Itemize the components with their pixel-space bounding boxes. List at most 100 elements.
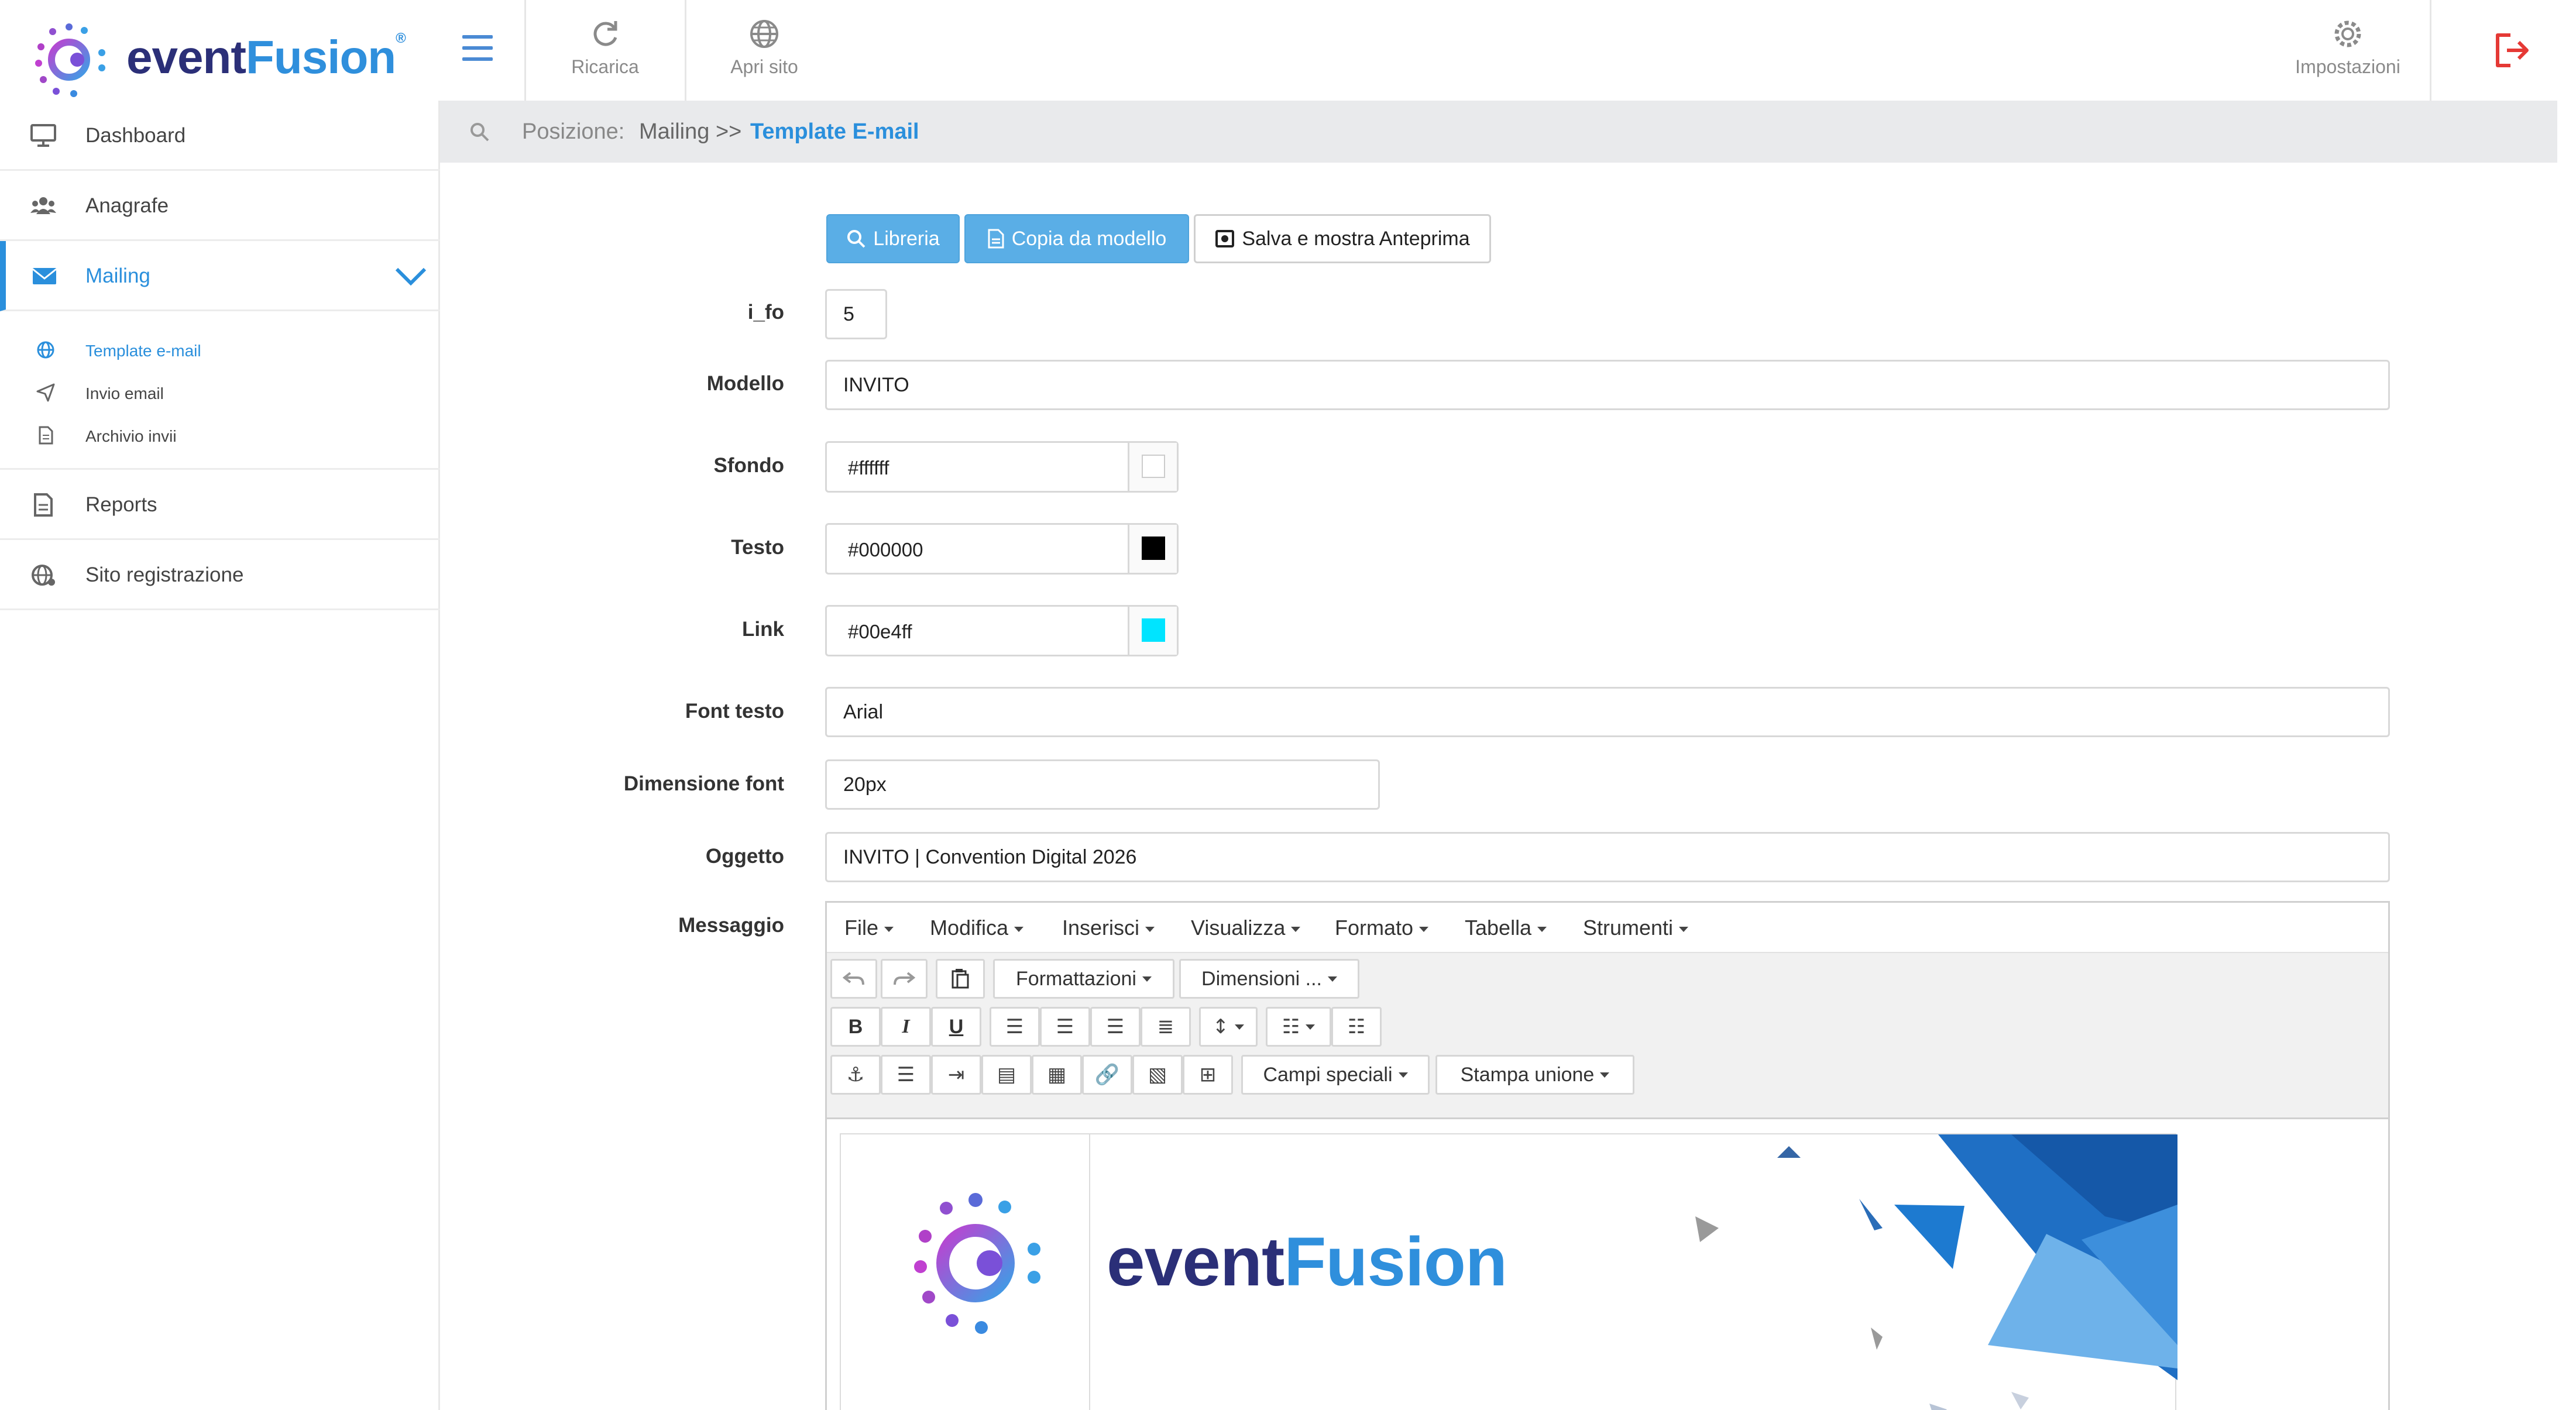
sidebar-subitem-invio-email[interactable]: Invio email xyxy=(0,372,440,412)
banner-brand-part1: event xyxy=(1107,1223,1284,1301)
color-swatch xyxy=(1142,537,1165,560)
preview-icon xyxy=(1215,230,1235,247)
undo-button[interactable] xyxy=(830,959,877,999)
globe-icon xyxy=(37,341,54,359)
sidebar-item-anagrafe[interactable]: Anagrafe xyxy=(0,171,440,241)
media-button[interactable]: ⊞ xyxy=(1183,1055,1233,1095)
menu-modifica[interactable]: Modifica xyxy=(930,916,1024,940)
anchor-button[interactable]: ⚓ xyxy=(830,1055,881,1095)
sidebar-subitem-label: Invio email xyxy=(85,384,164,403)
special-fields-dropdown[interactable]: Campi speciali xyxy=(1241,1055,1430,1095)
menu-file[interactable]: File xyxy=(844,916,894,940)
background-color-input[interactable]: #ffffff xyxy=(825,441,1179,493)
line-height-dropdown[interactable]: ↕ xyxy=(1199,1007,1258,1047)
paste-icon xyxy=(952,969,969,989)
sidebar-subitem-template-email[interactable]: Template e-mail xyxy=(0,329,440,370)
sidebar-subitem-archivio-invii[interactable]: Archivio invii xyxy=(0,414,440,455)
caret-down-icon xyxy=(1235,1024,1245,1030)
menu-toggle-button[interactable] xyxy=(462,35,493,61)
settings-button[interactable]: Impostazioni xyxy=(2283,18,2412,88)
text-color-value: #000000 xyxy=(848,539,923,560)
text-color-input[interactable]: #000000 xyxy=(825,523,1179,575)
logout-icon[interactable] xyxy=(2493,32,2532,69)
font-input[interactable]: Arial xyxy=(825,687,2390,737)
caret-down-icon xyxy=(1419,926,1429,932)
list-button[interactable]: ☰ xyxy=(881,1055,931,1095)
sidebar-item-dashboard[interactable]: Dashboard xyxy=(0,101,440,171)
align-center-icon: ☰ xyxy=(1056,1015,1074,1038)
app-name: eventFusion® xyxy=(126,30,406,84)
document-icon xyxy=(39,426,53,445)
numbered-list-button[interactable]: ☷ xyxy=(1331,1007,1382,1047)
font-size-dropdown[interactable]: Dimensioni ... xyxy=(1179,959,1359,999)
link-color-picker[interactable] xyxy=(1128,607,1177,655)
background-label: Sfondo xyxy=(713,454,784,477)
mail-merge-dropdown[interactable]: Stampa unione xyxy=(1435,1055,1634,1095)
open-site-label: Apri sito xyxy=(730,56,798,77)
menu-inserisci[interactable]: Inserisci xyxy=(1062,916,1155,940)
menu-tabella[interactable]: Tabella xyxy=(1465,916,1547,940)
model-label: Modello xyxy=(706,372,784,395)
font-size-input[interactable]: 20px xyxy=(825,759,1380,810)
background-color-picker[interactable] xyxy=(1128,443,1177,491)
breadcrumb-label: Posizione: xyxy=(522,119,625,144)
justify-button[interactable]: ≣ xyxy=(1141,1007,1191,1047)
editor-toolbar: Formattazioni Dimensioni ... B I U ☰ ☰ ☰… xyxy=(827,953,2388,1119)
align-center-button[interactable]: ☰ xyxy=(1040,1007,1090,1047)
breadcrumb: Posizione: Mailing >> Template E-mail xyxy=(440,101,2557,163)
align-left-button[interactable]: ☰ xyxy=(990,1007,1040,1047)
search-icon[interactable] xyxy=(469,122,490,143)
align-right-button[interactable]: ☰ xyxy=(1090,1007,1141,1047)
caret-down-icon xyxy=(1145,926,1155,932)
menu-formato[interactable]: Formato xyxy=(1335,916,1429,940)
bold-icon: B xyxy=(848,1015,863,1038)
sidebar: Dashboard Anagrafe Mailing Template e-ma… xyxy=(0,101,440,1410)
caret-down-icon xyxy=(1537,926,1547,932)
link-color-input[interactable]: #00e4ff xyxy=(825,605,1179,656)
subject-input[interactable]: INVITO | Convention Digital 2026 xyxy=(825,832,2390,882)
menu-visualizza[interactable]: Visualizza xyxy=(1191,916,1301,940)
italic-button[interactable]: I xyxy=(881,1007,931,1047)
table-button[interactable]: ▦ xyxy=(1032,1055,1082,1095)
message-label: Messaggio xyxy=(678,914,784,937)
formats-dropdown[interactable]: Formattazioni xyxy=(993,959,1174,999)
block-button[interactable]: ▤ xyxy=(981,1055,1032,1095)
globe-icon xyxy=(750,20,778,48)
text-color-picker[interactable] xyxy=(1128,525,1177,573)
bold-button[interactable]: B xyxy=(830,1007,881,1047)
bullet-list-dropdown[interactable]: ☷ xyxy=(1266,1007,1331,1047)
color-swatch xyxy=(1142,618,1165,642)
breadcrumb-path[interactable]: Mailing >> xyxy=(639,119,741,145)
sidebar-item-mailing[interactable]: Mailing xyxy=(0,241,440,311)
copy-model-label: Copia da modello xyxy=(1011,227,1167,250)
image-button[interactable]: ▧ xyxy=(1132,1055,1183,1095)
link-button[interactable]: 🔗 xyxy=(1082,1055,1132,1095)
indent-button[interactable]: ⇥ xyxy=(931,1055,981,1095)
save-preview-button[interactable]: Salva e mostra Anteprima xyxy=(1194,214,1491,263)
sidebar-item-sito-registrazione[interactable]: Sito registrazione xyxy=(0,540,440,610)
menu-strumenti[interactable]: Strumenti xyxy=(1583,916,1689,940)
library-button[interactable]: Libreria xyxy=(826,214,960,263)
caret-down-icon xyxy=(1291,926,1301,932)
banner-decoration xyxy=(1695,1134,2177,1410)
document-icon xyxy=(988,229,1004,249)
open-site-button[interactable]: Apri sito xyxy=(700,18,829,88)
settings-label: Impostazioni xyxy=(2295,56,2400,77)
copy-model-button[interactable]: Copia da modello xyxy=(964,214,1189,263)
message-editor[interactable]: File Modifica Inserisci Visualizza Forma… xyxy=(825,901,2390,1410)
sidebar-item-reports[interactable]: Reports xyxy=(0,470,440,540)
chevron-down-icon[interactable] xyxy=(394,267,427,286)
paste-button[interactable] xyxy=(936,959,985,999)
editor-content[interactable]: eventFusion xyxy=(827,1119,2388,1410)
reload-button[interactable]: Ricarica xyxy=(541,18,669,88)
caret-down-icon xyxy=(1327,976,1337,982)
line-height-icon: ↕ xyxy=(1212,1015,1229,1038)
model-input[interactable]: INVITO xyxy=(825,360,2390,410)
sizes-label: Dimensioni ... xyxy=(1201,967,1322,990)
breadcrumb-current[interactable]: Template E-mail xyxy=(750,119,919,145)
redo-button[interactable] xyxy=(881,959,928,999)
hamburger-icon xyxy=(462,35,493,39)
id-input[interactable]: 5 xyxy=(825,289,887,339)
underline-button[interactable]: U xyxy=(931,1007,981,1047)
bullet-list-icon: ☷ xyxy=(1282,1015,1300,1038)
